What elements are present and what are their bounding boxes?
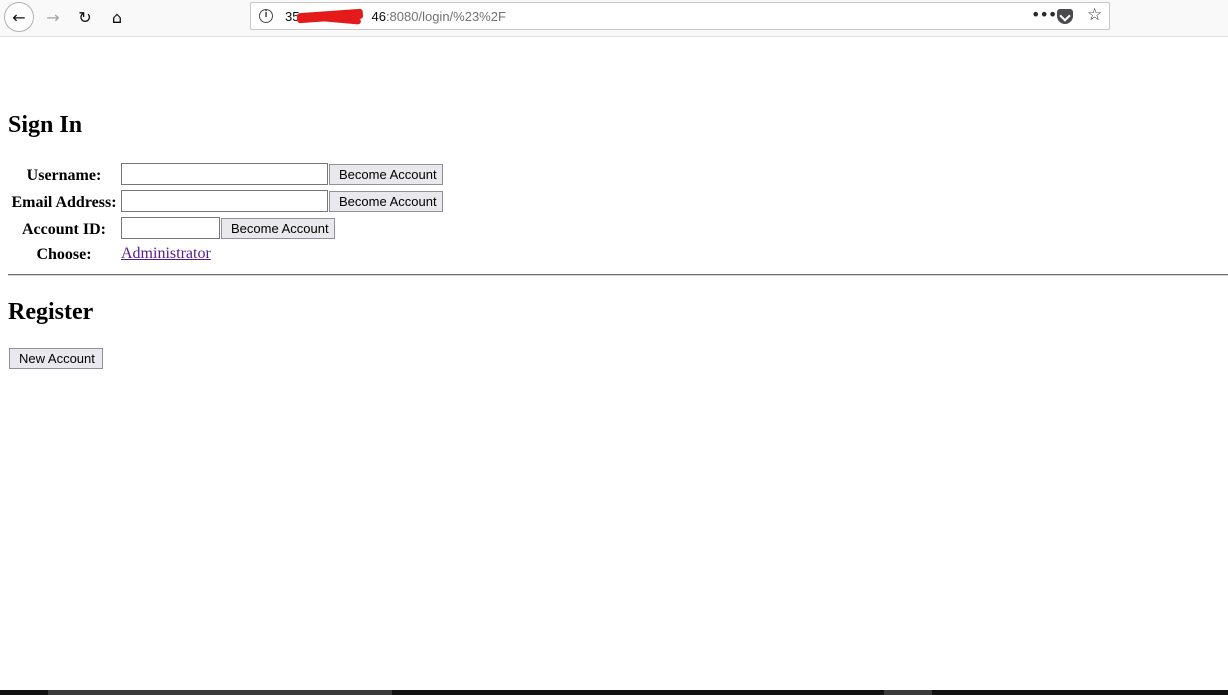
browser-toolbar: ← → ↻ ⌂ i 35 46:8080/login/%23%2F ••• ☆: [0, 0, 1228, 37]
choose-label: Choose:: [36, 246, 92, 263]
address-bar[interactable]: i 35 46:8080/login/%23%2F ••• ☆: [250, 2, 1110, 30]
bookmark-star-icon[interactable]: ☆: [1087, 5, 1102, 25]
username-label: Username:: [26, 167, 102, 184]
become-account-button[interactable]: Become Account: [329, 164, 443, 185]
email-field[interactable]: [121, 190, 328, 212]
reload-icon[interactable]: ↻: [70, 2, 100, 32]
account-id-label: Account ID:: [22, 221, 106, 238]
taskbar-item[interactable]: [48, 690, 392, 695]
taskbar: [0, 690, 1228, 695]
become-account-button[interactable]: Become Account: [329, 191, 443, 212]
more-icon[interactable]: •••: [1031, 5, 1057, 24]
url-path: :8080/login/%23%2F: [385, 9, 506, 24]
pocket-icon[interactable]: [1057, 9, 1073, 24]
divider: [8, 274, 1228, 276]
back-icon[interactable]: ←: [4, 2, 34, 32]
forward-icon[interactable]: →: [38, 2, 68, 32]
taskbar-item[interactable]: [884, 690, 932, 695]
email-label: Email Address:: [11, 194, 117, 211]
signin-title: Sign In: [8, 112, 83, 138]
url-host-end: 46: [371, 9, 386, 24]
account-id-field[interactable]: [121, 217, 220, 239]
home-icon[interactable]: ⌂: [102, 2, 132, 32]
become-account-button[interactable]: Become Account: [221, 218, 335, 239]
register-title: Register: [8, 299, 94, 325]
info-icon[interactable]: i: [259, 9, 273, 23]
username-field[interactable]: [121, 163, 328, 185]
new-account-button[interactable]: New Account: [9, 348, 103, 369]
administrator-link[interactable]: Administrator: [121, 245, 211, 263]
